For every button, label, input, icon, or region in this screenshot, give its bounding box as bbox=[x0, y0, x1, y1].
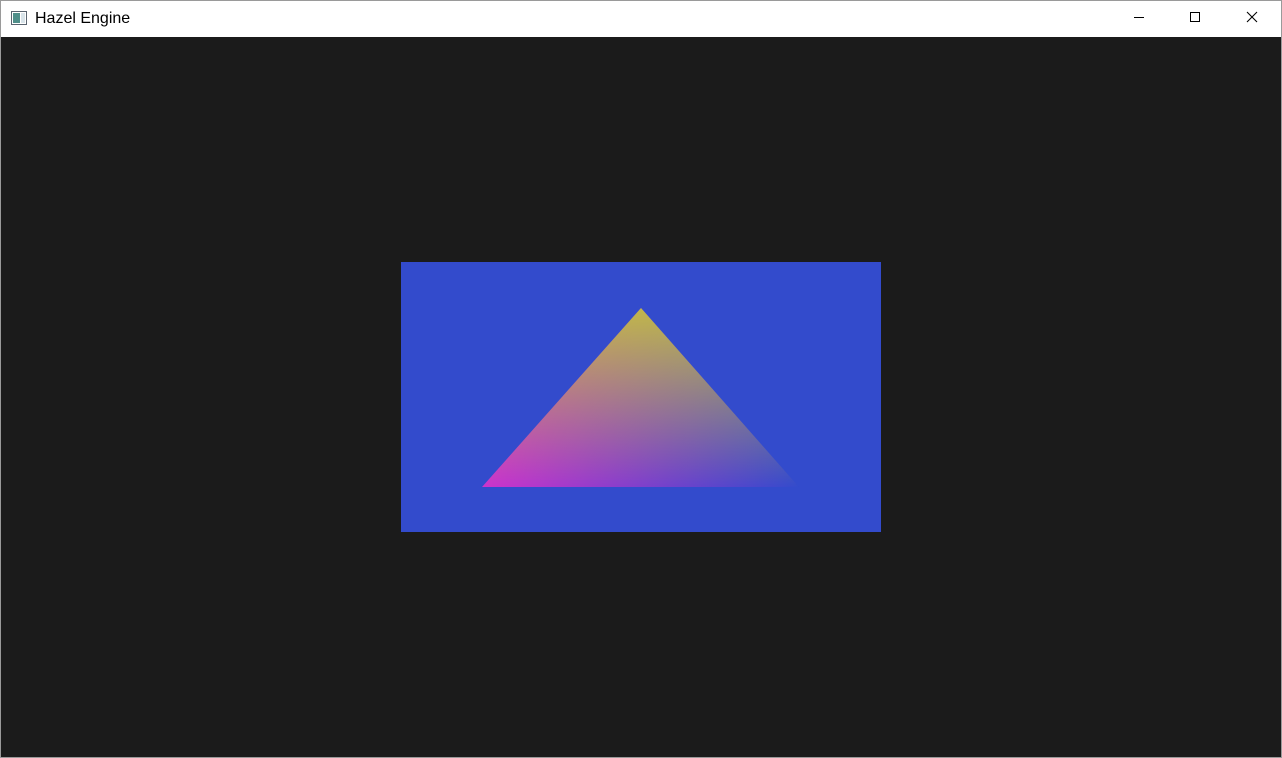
window-app-icon bbox=[11, 11, 27, 25]
minimize-button[interactable] bbox=[1110, 1, 1168, 37]
title-bar[interactable]: Hazel Engine bbox=[1, 1, 1281, 37]
minimize-icon bbox=[1133, 10, 1145, 28]
app-window: Hazel Engine bbox=[0, 0, 1282, 758]
render-viewport[interactable] bbox=[1, 37, 1281, 757]
close-button[interactable] bbox=[1223, 1, 1281, 37]
triangle-top-blend bbox=[482, 308, 799, 487]
blue-quad bbox=[401, 262, 881, 532]
maximize-button[interactable] bbox=[1166, 1, 1224, 37]
window-title: Hazel Engine bbox=[35, 10, 131, 27]
close-icon bbox=[1246, 10, 1258, 28]
triangle-canvas bbox=[482, 308, 799, 487]
maximize-icon bbox=[1189, 10, 1201, 28]
